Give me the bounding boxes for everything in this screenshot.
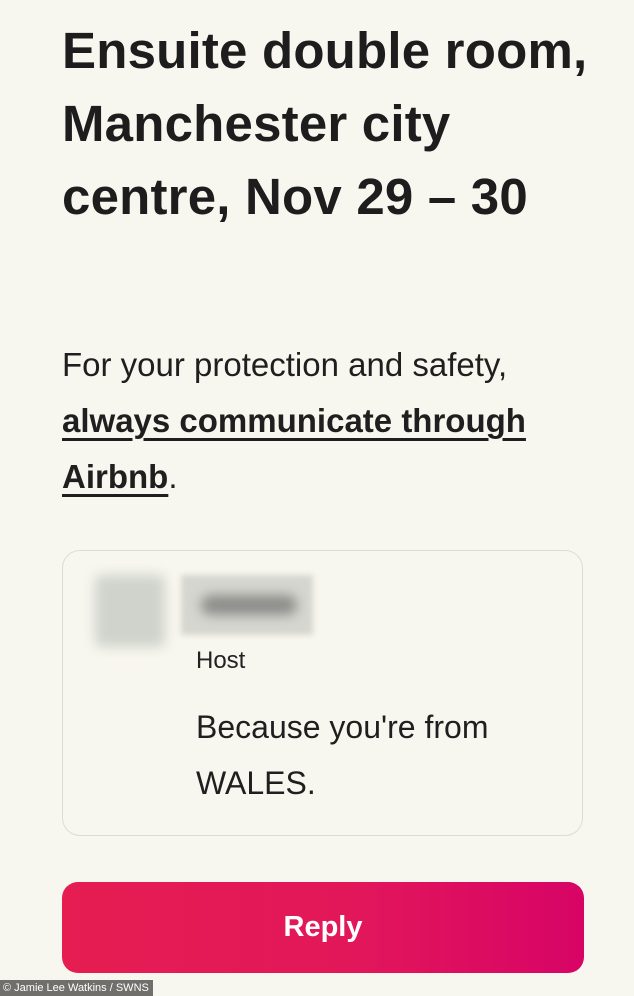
photo-credit: © Jamie Lee Watkins / SWNS — [0, 980, 153, 996]
host-avatar — [95, 575, 165, 647]
reply-button[interactable]: Reply — [62, 882, 584, 973]
message-text: Because you're from WALES. — [196, 709, 489, 801]
message-card: Host Because you're from WALES. — [62, 550, 583, 836]
host-name-redacted — [181, 575, 313, 635]
communicate-through-airbnb-link[interactable]: always communicate through Airbnb — [62, 402, 526, 495]
safety-notice-text: For your protection and safety, — [62, 346, 508, 383]
host-role-label: Host — [196, 647, 246, 674]
safety-notice-period: . — [168, 458, 178, 495]
listing-title: Ensuite double room, Manchester city cen… — [62, 22, 588, 225]
safety-notice: For your protection and safety, always c… — [62, 337, 582, 505]
